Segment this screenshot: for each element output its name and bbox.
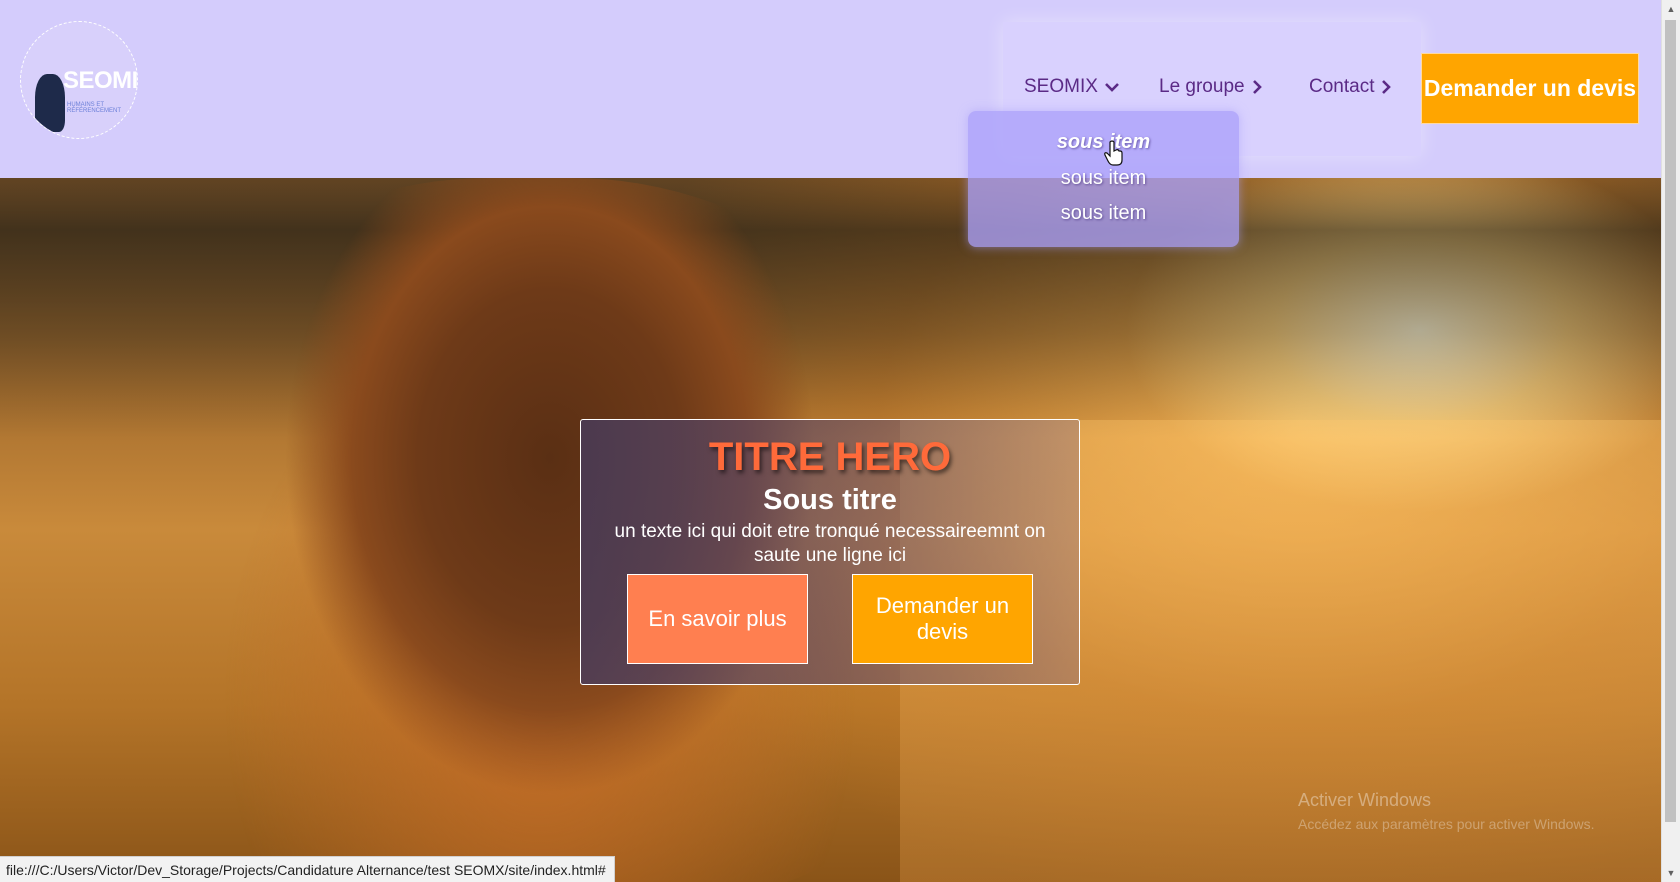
learn-more-button[interactable]: En savoir plus bbox=[627, 574, 808, 664]
chevron-right-icon bbox=[1252, 80, 1262, 94]
hand-cursor-icon bbox=[1104, 140, 1123, 166]
browser-status-bar: file:///C:/Users/Victor/Dev_Storage/Proj… bbox=[0, 856, 615, 882]
chevron-right-icon bbox=[1382, 80, 1392, 94]
site-header: SEOMIX HUMAINS ET RÉFÉRENCEMENT SEOMIX L… bbox=[0, 0, 1661, 178]
nav-item-label: SEOMIX bbox=[1024, 76, 1098, 97]
nav-item-label: Le groupe bbox=[1159, 76, 1245, 97]
scrollbar-thumb[interactable] bbox=[1665, 20, 1676, 822]
nav-item-seomix[interactable]: SEOMIX bbox=[1024, 76, 1120, 98]
windows-activation-title: Activer Windows bbox=[1298, 790, 1432, 810]
scroll-down-arrow-icon[interactable]: ▼ bbox=[1662, 864, 1680, 882]
nav-item-contact[interactable]: Contact bbox=[1309, 76, 1392, 98]
logo-tagline: HUMAINS ET RÉFÉRENCEMENT bbox=[67, 102, 122, 114]
hero-card: TITRE HERO Sous titre un texte ici qui d… bbox=[580, 419, 1080, 685]
chevron-down-icon bbox=[1104, 83, 1119, 92]
windows-activation-subtitle: Accédez aux paramètres pour activer Wind… bbox=[1298, 816, 1595, 832]
vertical-scrollbar[interactable]: ▲ ▼ bbox=[1661, 0, 1680, 882]
hero-text: un texte ici qui doit etre tronqué neces… bbox=[614, 521, 1046, 566]
seomix-dropdown-menu: sous item sous item sous item bbox=[968, 111, 1239, 247]
hero-quote-button[interactable]: Demander un devis bbox=[852, 574, 1033, 664]
site-logo[interactable]: SEOMIX HUMAINS ET RÉFÉRENCEMENT bbox=[20, 21, 138, 139]
hero-title: TITRE HERO bbox=[708, 435, 952, 479]
nav-item-label: Contact bbox=[1309, 76, 1375, 97]
hero-subtitle: Sous titre bbox=[763, 484, 897, 516]
logo-figure-icon bbox=[35, 74, 65, 132]
nav-item-le-groupe[interactable]: Le groupe bbox=[1159, 76, 1263, 98]
dropdown-item[interactable]: sous item bbox=[968, 202, 1239, 225]
dropdown-item[interactable]: sous item bbox=[968, 167, 1239, 190]
scroll-up-arrow-icon[interactable]: ▲ bbox=[1662, 0, 1680, 18]
logo-text: SEOMIX bbox=[63, 67, 138, 94]
header-quote-button[interactable]: Demander un devis bbox=[1421, 53, 1639, 124]
